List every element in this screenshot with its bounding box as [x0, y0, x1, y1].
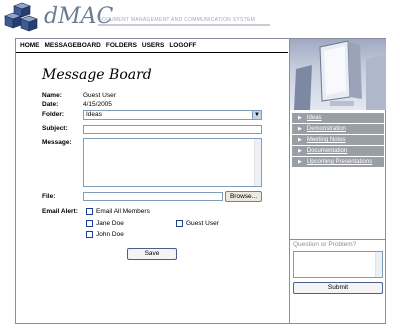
- checkbox-jane-doe[interactable]: [86, 220, 93, 227]
- nav-logoff[interactable]: LOGOFF: [169, 42, 196, 49]
- save-button[interactable]: Save: [127, 248, 177, 260]
- main-frame: HOME MESSAGEBOARD FOLDERS USERS LOGOFF M…: [15, 38, 386, 324]
- checkbox-label-email-all: Email All Members: [96, 208, 150, 215]
- sidebar-item-label: Ideas: [306, 115, 322, 121]
- checkbox-email-all-members[interactable]: [86, 208, 93, 215]
- header-divider: [98, 24, 270, 26]
- subject-label: Subject:: [42, 125, 68, 132]
- question-scrollbar[interactable]: [375, 252, 382, 277]
- date-label: Date:: [42, 101, 59, 108]
- chevron-down-icon[interactable]: ▼: [252, 111, 261, 119]
- browse-button[interactable]: Browse...: [225, 191, 262, 202]
- sidebar-item-upcoming-presentations[interactable]: ▶ Upcoming Presentations: [292, 157, 384, 167]
- arrow-right-icon: ▶: [298, 126, 302, 132]
- sidebar-item-label: Demonstration: [306, 126, 346, 132]
- name-label: Name:: [42, 92, 62, 99]
- tagline: DOCUMENT MANAGEMENT AND COMMUNICATION SY…: [98, 17, 256, 23]
- monitor-image-icon: [294, 40, 386, 110]
- arrow-right-icon: ▶: [298, 137, 302, 143]
- checkbox-guest-user[interactable]: [176, 220, 183, 227]
- question-label: Question or Problem?: [293, 241, 357, 248]
- file-label: File:: [42, 193, 56, 200]
- checkbox-john-doe[interactable]: [86, 231, 93, 238]
- question-textarea[interactable]: [293, 251, 383, 278]
- sidebar-item-ideas[interactable]: ▶ Ideas: [292, 113, 384, 123]
- header: dMAC DOCUMENT MANAGEMENT AND COMMUNICATI…: [0, 0, 400, 40]
- logo-cubes-icon: [4, 2, 38, 32]
- sidebar-links: ▶ Ideas ▶ Demonstration ▶ Meeting Notes ▶ Do…: [292, 113, 384, 168]
- sidebar-item-label: Meeting Notes: [306, 137, 346, 143]
- sidebar-item-label: Documentation: [306, 148, 348, 154]
- folder-select-value: Ideas: [86, 111, 102, 118]
- message-label: Message:: [42, 139, 72, 146]
- message-scrollbar[interactable]: [254, 139, 261, 186]
- nav-folders[interactable]: FOLDERS: [106, 42, 137, 49]
- sidebar-item-meeting-notes[interactable]: ▶ Meeting Notes: [292, 135, 384, 145]
- date-value: 4/15/2005: [83, 101, 112, 108]
- nav-home[interactable]: HOME: [20, 42, 40, 49]
- nav-users[interactable]: USERS: [142, 42, 164, 49]
- side-panel: ▶ Ideas ▶ Demonstration ▶ Meeting Notes ▶ Do…: [289, 39, 386, 323]
- question-divider: [290, 239, 386, 240]
- top-nav: HOME MESSAGEBOARD FOLDERS USERS LOGOFF: [16, 39, 288, 53]
- sidebar-item-documentation[interactable]: ▶ Documentation: [292, 146, 384, 156]
- sidebar-item-demonstration[interactable]: ▶ Demonstration: [292, 124, 384, 134]
- checkbox-label-guest-user: Guest User: [186, 220, 219, 227]
- folder-select[interactable]: Ideas ▼: [83, 110, 262, 120]
- message-textarea[interactable]: [83, 138, 262, 187]
- message-board-form: Message Board Name: Guest User Date: 4/1…: [16, 53, 288, 323]
- file-input[interactable]: [83, 192, 223, 201]
- arrow-right-icon: ▶: [298, 159, 302, 165]
- arrow-right-icon: ▶: [298, 115, 302, 121]
- checkbox-label-jane-doe: Jane Doe: [96, 220, 124, 227]
- monitor-photo: [290, 39, 386, 110]
- sidebar-item-label: Upcoming Presentations: [306, 159, 373, 165]
- folder-label: Folder:: [42, 111, 65, 118]
- submit-button[interactable]: Submit: [293, 282, 383, 294]
- email-alert-label: Email Alert:: [42, 208, 78, 215]
- nav-messageboard[interactable]: MESSAGEBOARD: [45, 42, 101, 49]
- name-value: Guest User: [83, 92, 116, 99]
- checkbox-label-john-doe: John Doe: [96, 231, 124, 238]
- page-title: Message Board: [42, 67, 152, 83]
- subject-input[interactable]: [83, 125, 262, 134]
- arrow-right-icon: ▶: [298, 148, 302, 154]
